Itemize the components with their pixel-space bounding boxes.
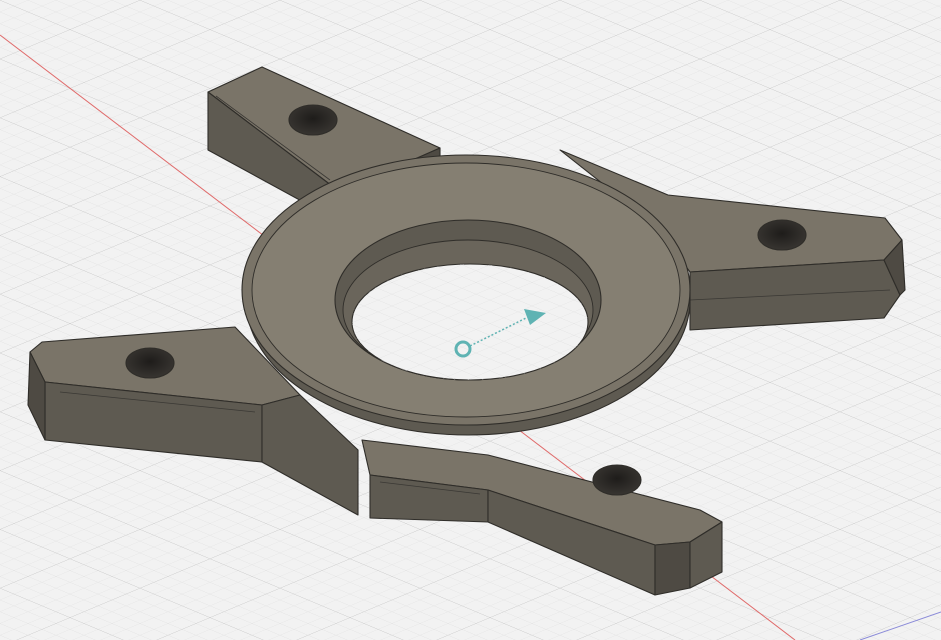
- mount-hole-upper-left: [288, 104, 338, 136]
- canvas-viewport[interactable]: [0, 0, 941, 640]
- model-scene[interactable]: [0, 0, 941, 640]
- mount-hole-right: [757, 219, 807, 251]
- mount-hole-bottom: [592, 464, 642, 496]
- mount-hole-left: [125, 347, 175, 379]
